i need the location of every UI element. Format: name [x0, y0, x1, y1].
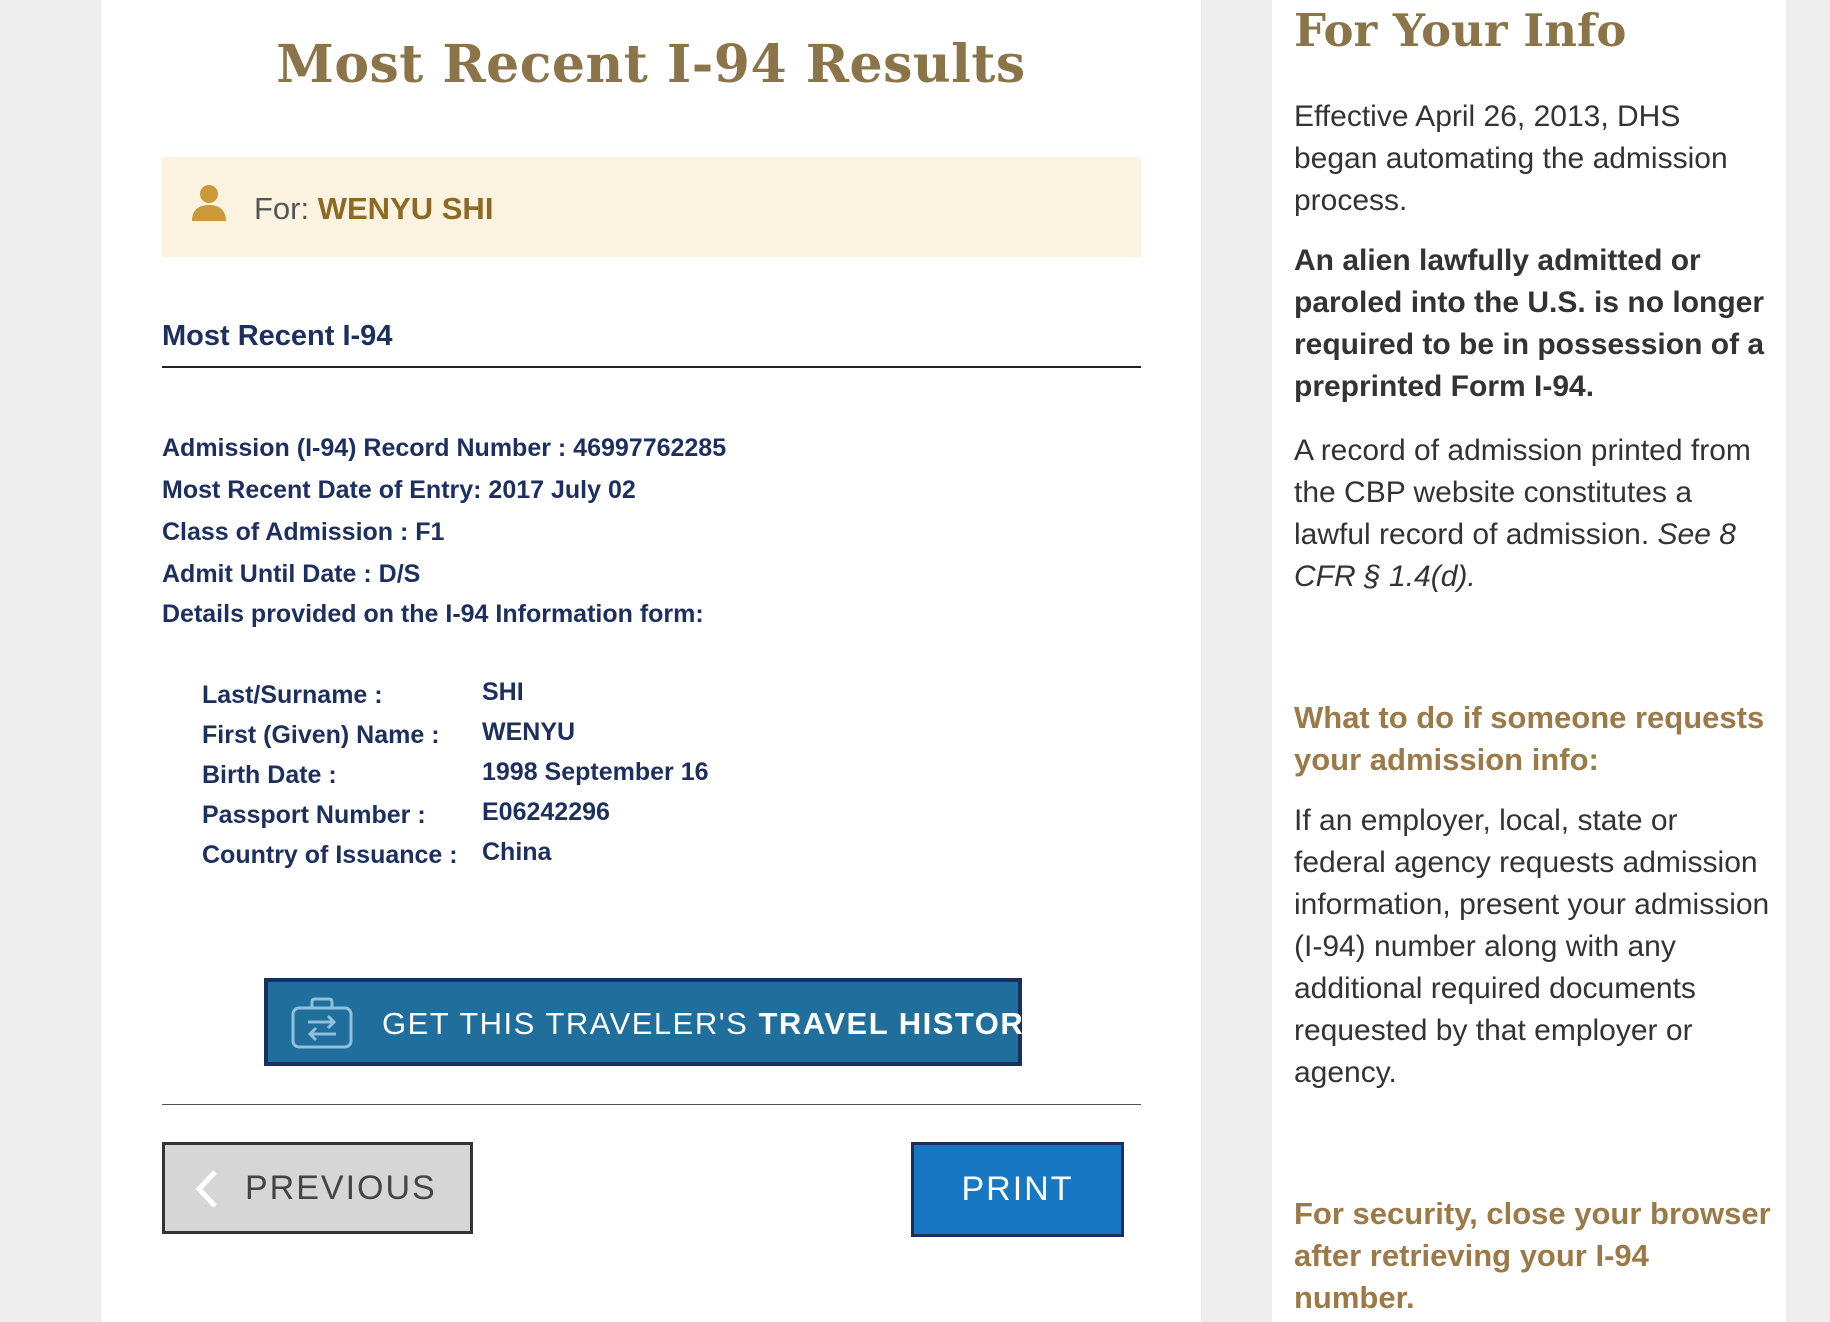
given-name-label: First (Given) Name : [202, 721, 440, 749]
surname-label: Last/Surname : [202, 681, 383, 709]
page-title: Most Recent I-94 Results [276, 34, 1026, 95]
person-icon [192, 185, 226, 221]
info-sidebar: For Your Info Effective April 26, 2013, … [1272, 0, 1786, 1322]
buttons-divider [162, 1104, 1141, 1105]
details-intro: Details provided on the I-94 Information… [162, 600, 704, 628]
travel-history-prefix: GET THIS TRAVELER'S [382, 1006, 759, 1041]
section-heading: Most Recent I-94 [162, 320, 393, 352]
travel-history-button[interactable]: GET THIS TRAVELER'S TRAVEL HISTORY [264, 978, 1044, 1066]
section-divider [162, 366, 1141, 368]
passport-number-label: Passport Number : [202, 801, 426, 829]
birth-date-label: Birth Date : [202, 761, 337, 789]
given-name-value: WENYU [482, 718, 576, 746]
traveler-name-line: For: WENYU SHI [254, 191, 493, 227]
date-of-entry: Most Recent Date of Entry: 2017 July 02 [162, 476, 636, 504]
travel-history-bold: TRAVEL HISTORY [758, 1006, 1046, 1041]
sidebar-heading-security: For security, close your browser after r… [1294, 1196, 1771, 1315]
luggage-swap-icon [291, 997, 353, 1049]
results-panel: Most Recent I-94 Results For: WENYU SHI … [101, 0, 1201, 1322]
surname-value: SHI [482, 678, 524, 706]
record-number: Admission (I-94) Record Number : 4699776… [162, 434, 727, 462]
class-of-admission: Class of Admission : F1 [162, 518, 445, 546]
country-label: Country of Issuance : [202, 841, 458, 869]
previous-label: PREVIOUS [245, 1169, 437, 1207]
sidebar-heading-requests: What to do if someone requests your admi… [1294, 700, 1765, 777]
traveler-name-box: For: WENYU SHI [162, 157, 1141, 257]
sidebar-paragraph-employer: If an employer, local, state or federal … [1294, 804, 1770, 1089]
sidebar-paragraph-possession: An alien lawfully admitted or paroled in… [1294, 244, 1765, 403]
sidebar-title: For Your Info [1294, 4, 1627, 57]
print-button[interactable]: PRINT [911, 1142, 1124, 1237]
sidebar-paragraph-record: A record of admission printed from the C… [1294, 430, 1772, 598]
traveler-name: WENYU SHI [317, 191, 494, 226]
country-value: China [482, 838, 552, 866]
chevron-left-icon [195, 1170, 217, 1208]
previous-button[interactable]: PREVIOUS [162, 1142, 473, 1234]
travel-history-label: GET THIS TRAVELER'S TRAVEL HISTORY [382, 1006, 1045, 1042]
sidebar-paragraph-automation: Effective April 26, 2013, DHS began auto… [1294, 100, 1728, 217]
passport-number-value: E06242296 [482, 798, 610, 826]
admit-until-date: Admit Until Date : D/S [162, 560, 421, 588]
birth-date-value: 1998 September 16 [482, 758, 709, 786]
for-label: For: [254, 191, 310, 226]
